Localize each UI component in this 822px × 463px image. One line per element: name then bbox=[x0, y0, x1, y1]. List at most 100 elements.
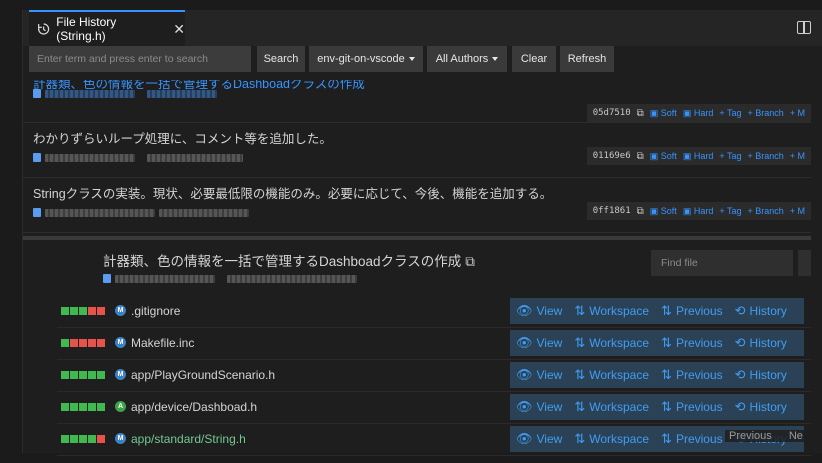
file-name[interactable]: .gitignore bbox=[131, 304, 180, 318]
soft-reset-button[interactable]: ▣ Soft bbox=[650, 108, 677, 119]
history-button[interactable]: ⟲History bbox=[729, 367, 793, 383]
history-icon: ⟲ bbox=[734, 303, 746, 318]
history-label: History bbox=[749, 336, 787, 350]
commit-row[interactable]: Stringクラスの実装。現状、必要最低限の機能のみ。必要に応じて、今後、機能を… bbox=[23, 178, 811, 233]
file-name[interactable]: app/PlayGroundScenario.h bbox=[131, 368, 275, 382]
history-button[interactable]: ⟲History bbox=[729, 399, 793, 415]
added-bar bbox=[79, 435, 87, 443]
branch-label: env-git-on-vscode bbox=[317, 53, 405, 65]
commit-details: 計器類、色の情報を一括で管理するDashboadクラスの作成⧉ M .gitig… bbox=[23, 244, 811, 456]
more-button[interactable]: + M bbox=[790, 206, 805, 216]
add-tag-button[interactable]: + Tag bbox=[719, 108, 741, 118]
tab-bar: File History (String.h) ✕ bbox=[23, 10, 822, 46]
file-name[interactable]: app/device/Dashboad.h bbox=[131, 400, 257, 414]
workspace-button[interactable]: ⇅ Workspace bbox=[568, 399, 655, 415]
commit-message[interactable]: わかりずらいループ処理に、コメント等を追加した。 bbox=[33, 128, 332, 147]
branch-dropdown[interactable]: env-git-on-vscode bbox=[309, 46, 423, 72]
hard-reset-button[interactable]: ▣ Hard bbox=[683, 206, 714, 217]
previous-button[interactable]: ⇅ Previous bbox=[655, 335, 729, 351]
commit-list: 計器類、色の情報を一括で管理するDashboadクラスの作成 05d7510 ⧉ … bbox=[23, 80, 811, 234]
add-tag-button[interactable]: + Tag bbox=[719, 206, 741, 216]
panel-resize-handle[interactable] bbox=[23, 236, 811, 240]
view-button[interactable]: 👁 View bbox=[510, 335, 568, 351]
status-badge: M bbox=[115, 337, 126, 348]
added-bar bbox=[70, 371, 78, 379]
file-name[interactable]: Makefile.inc bbox=[131, 336, 194, 350]
previous-button[interactable]: ⇅ Previous bbox=[655, 431, 729, 447]
view-button[interactable]: 👁 View bbox=[510, 303, 568, 319]
file-row[interactable]: M app/PlayGroundScenario.h 👁 View ⇅ Worksp… bbox=[57, 360, 811, 392]
commit-actions: 0ff1861 ⧉ ▣ Soft ▣ Hard + Tag + Branch + … bbox=[586, 202, 811, 220]
history-icon: ⟲ bbox=[734, 399, 746, 414]
split-editor-icon[interactable] bbox=[797, 21, 811, 34]
added-bar bbox=[97, 403, 105, 411]
previous-page-button[interactable]: Previous bbox=[729, 430, 772, 442]
view-button[interactable]: 👁 View bbox=[510, 431, 568, 447]
workspace-button[interactable]: ⇅ Workspace bbox=[568, 367, 655, 383]
copy-icon[interactable]: ⧉ bbox=[637, 206, 644, 217]
search-input[interactable] bbox=[29, 46, 251, 72]
commit-message[interactable]: Stringクラスの実装。現状、必要最低限の機能のみ。必要に応じて、今後、機能を… bbox=[33, 183, 552, 202]
more-button[interactable]: + M bbox=[790, 108, 805, 118]
view-label: View bbox=[536, 368, 563, 382]
file-row[interactable]: M app/standard/String.h 👁 View ⇅ Workspace… bbox=[57, 424, 811, 456]
next-page-button[interactable]: Ne bbox=[789, 430, 803, 442]
add-branch-button[interactable]: + Branch bbox=[747, 206, 783, 216]
file-row[interactable]: M .gitignore 👁 View ⇅ Workspace ⇅ Previous … bbox=[57, 296, 811, 328]
add-branch-button[interactable]: + Branch bbox=[747, 108, 783, 118]
file-row[interactable]: A app/device/Dashboad.h 👁 View ⇅ Workspace… bbox=[57, 392, 811, 424]
file-actions: 👁View ⇅Workspace ⇅Previous ⟲History bbox=[510, 330, 804, 356]
soft-reset-button[interactable]: ▣ Soft bbox=[650, 206, 677, 217]
view-button[interactable]: 👁 View bbox=[510, 367, 568, 383]
view-button[interactable]: 👁 View bbox=[510, 399, 568, 415]
find-file-extra[interactable] bbox=[798, 250, 811, 276]
added-bar bbox=[79, 403, 87, 411]
more-button[interactable]: + M bbox=[790, 151, 805, 161]
history-button[interactable]: ⟲History bbox=[729, 335, 793, 351]
previous-button[interactable]: ⇅ Previous bbox=[655, 399, 729, 415]
workspace-button[interactable]: ⇅ Workspace bbox=[568, 335, 655, 351]
workspace-button[interactable]: ⇅ Workspace bbox=[568, 431, 655, 447]
add-branch-button[interactable]: + Branch bbox=[747, 151, 783, 161]
history-label: History bbox=[749, 368, 787, 382]
soft-reset-button[interactable]: ▣ Soft bbox=[650, 151, 677, 162]
previous-button[interactable]: ⇅ Previous bbox=[655, 367, 729, 383]
hard-reset-button[interactable]: ▣ Hard bbox=[683, 151, 714, 162]
close-icon[interactable]: ✕ bbox=[173, 21, 185, 38]
file-row[interactable]: M Makefile.inc 👁 View ⇅ Workspace ⇅ Previou… bbox=[57, 328, 811, 360]
copy-icon[interactable]: ⧉ bbox=[637, 151, 644, 162]
find-file-input[interactable] bbox=[651, 250, 793, 276]
copy-icon[interactable]: ⧉ bbox=[465, 254, 475, 269]
commit-row[interactable]: わかりずらいループ処理に、コメント等を追加した。 01169e6 ⧉ ▣ Soft… bbox=[23, 123, 811, 178]
authors-dropdown[interactable]: All Authors bbox=[427, 46, 507, 72]
history-button[interactable]: ⟲History bbox=[729, 303, 793, 319]
added-bar bbox=[70, 307, 78, 315]
chevron-down-icon bbox=[492, 57, 499, 61]
eye-icon: 👁 bbox=[516, 335, 533, 350]
tab-file-history[interactable]: File History (String.h) ✕ bbox=[29, 10, 185, 46]
workspace-button[interactable]: ⇅ Workspace bbox=[568, 303, 655, 319]
refresh-button[interactable]: Refresh bbox=[560, 46, 614, 72]
history-label: History bbox=[749, 304, 787, 318]
copy-icon[interactable]: ⧉ bbox=[637, 108, 644, 119]
commit-row[interactable]: 計器類、色の情報を一括で管理するDashboadクラスの作成 05d7510 ⧉ … bbox=[23, 80, 811, 123]
added-bar bbox=[88, 371, 96, 379]
status-badge: A bbox=[115, 401, 126, 412]
added-bar bbox=[61, 307, 69, 315]
compare-icon: ⇅ bbox=[574, 367, 586, 382]
search-button[interactable]: Search bbox=[257, 46, 305, 72]
added-bar bbox=[88, 403, 96, 411]
deleted-bar bbox=[70, 339, 78, 347]
hard-reset-button[interactable]: ▣ Hard bbox=[683, 108, 714, 119]
commit-meta bbox=[33, 208, 249, 217]
previous-label: Previous bbox=[675, 304, 723, 318]
avatar bbox=[103, 274, 111, 283]
add-tag-button[interactable]: + Tag bbox=[719, 151, 741, 161]
file-name[interactable]: app/standard/String.h bbox=[131, 432, 246, 446]
deleted-bar bbox=[97, 339, 105, 347]
previous-button[interactable]: ⇅ Previous bbox=[655, 303, 729, 319]
compare-icon: ⇅ bbox=[661, 431, 672, 446]
clear-button[interactable]: Clear bbox=[512, 46, 556, 72]
chevron-down-icon bbox=[408, 57, 415, 61]
status-badge: M bbox=[115, 369, 126, 380]
